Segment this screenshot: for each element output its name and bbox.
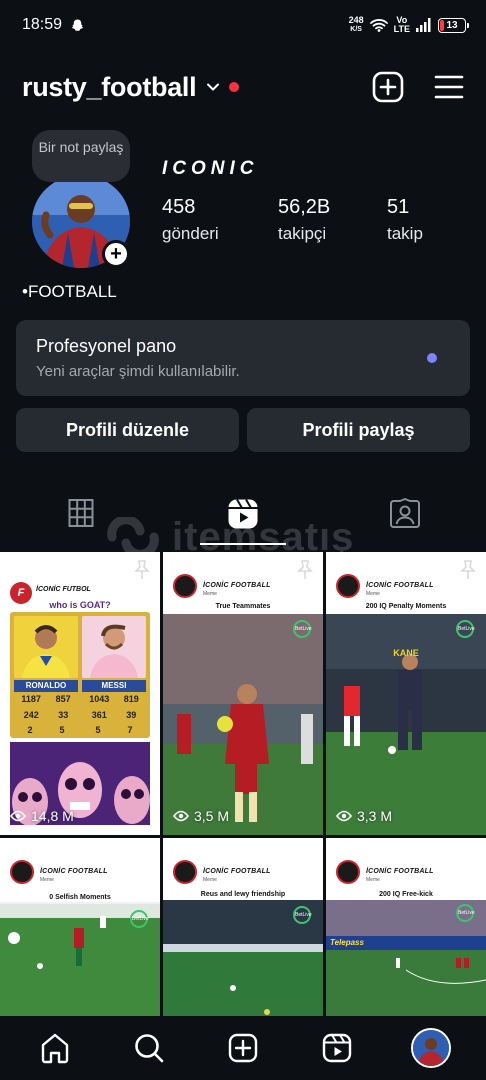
profile-header: rusty_football [22, 64, 464, 110]
profile-avatar-small [411, 1028, 451, 1068]
username-switcher[interactable]: rusty_football [22, 72, 197, 103]
profile-tabs [0, 492, 486, 548]
active-tab-indicator [200, 543, 286, 545]
tab-reels[interactable] [162, 492, 324, 548]
edit-profile-button[interactable]: Profili düzenle [16, 408, 239, 452]
notification-dot [229, 82, 240, 92]
betlive-badge: BetLive [293, 620, 312, 638]
search-icon [135, 1034, 164, 1063]
nav-create[interactable] [221, 1026, 265, 1070]
reel-views: 3,5 M [173, 808, 229, 824]
volte-indicator: Vo LTE [393, 15, 410, 34]
views-eye-icon [336, 810, 352, 822]
status-time: 18:59 [22, 16, 63, 33]
nav-home[interactable] [33, 1026, 77, 1070]
reel-caption: 200 IQ Free-kick [379, 891, 433, 898]
chevron-down-icon[interactable] [206, 80, 220, 94]
note-bubble[interactable]: Bir not paylaş [32, 130, 130, 182]
stat-posts[interactable]: 458 gönderi [162, 196, 219, 244]
reel-item[interactable]: İCONİC FOOTBALL Meme Reus and lewy frien… [163, 838, 323, 1016]
reel-item[interactable]: İCONİC FOOTBALL Meme True Teammates BetL… [163, 552, 323, 835]
network-speed: 248 K/S [348, 15, 364, 34]
ad-board: Telepass [330, 938, 364, 947]
menu-icon[interactable] [434, 74, 464, 100]
battery-indicator: 13 [438, 17, 469, 33]
ronaldo-photo [14, 616, 78, 678]
reel-caption: True Teammates [215, 603, 271, 610]
profile-display-name: ICONIC [162, 158, 259, 179]
betlive-badge: BetLive [130, 910, 149, 928]
reel-item[interactable]: F İCONİC FUTBOL who is GOAT? RONALDO MES… [0, 552, 160, 835]
reel-caption: 200 IQ Penalty Moments [365, 603, 447, 610]
pinned-icon [297, 560, 313, 579]
dashboard-subtitle: Yeni araçlar şimdi kullanılabilir. [36, 363, 240, 380]
wifi-icon [369, 19, 388, 32]
reels-grid: F İCONİC FUTBOL who is GOAT? RONALDO MES… [0, 552, 486, 1016]
reel-caption: who is GOAT? [49, 600, 111, 610]
views-eye-icon [173, 810, 189, 822]
home-icon [41, 1033, 69, 1064]
brand-logo [10, 860, 34, 884]
dashboard-new-dot [427, 353, 437, 363]
tab-tagged[interactable] [324, 492, 486, 548]
reel-item[interactable]: İCONİC FOOTBALL Meme 200 IQ Penalty Mome… [326, 552, 486, 835]
reels-icon [228, 498, 258, 529]
tagged-person-icon [390, 498, 420, 528]
pinned-icon [460, 560, 476, 579]
stat-followers[interactable]: 56,2B takipçi [278, 196, 330, 244]
reel-item[interactable]: İCONİC FOOTBALL Meme 200 IQ Free-kick Te… [326, 838, 486, 1016]
reel-item[interactable]: İCONİC FOOTBALL Meme 0 Selfish Moments B… [0, 838, 160, 1016]
professional-dashboard[interactable]: Profesyonel pano Yeni araçlar şimdi kull… [16, 320, 470, 396]
betlive-badge: BetLive [456, 904, 475, 922]
comparison-card: RONALDO MESSI 1187 857 1043 819 242 33 361 3… [10, 612, 150, 738]
dashboard-title: Profesyonel pano [36, 336, 177, 356]
reel-caption: Reus and lewy friendship [200, 891, 286, 898]
reel-views: 14,8 M [10, 808, 74, 824]
player-label: KANE [393, 648, 419, 658]
tab-posts-grid[interactable] [0, 492, 162, 548]
views-eye-icon [10, 810, 26, 822]
brand-logo [173, 860, 197, 884]
brand-logo [336, 860, 360, 884]
profile-bio: •FOOTBALL [22, 282, 117, 301]
share-profile-button[interactable]: Profili paylaş [247, 408, 470, 452]
create-plus-icon [228, 1033, 258, 1063]
grid-icon [68, 499, 94, 527]
signal-icon [416, 18, 431, 32]
brand-logo [173, 574, 197, 598]
brand-logo [336, 574, 360, 598]
betlive-badge: BetLive [456, 620, 475, 638]
snapchat-icon [71, 19, 84, 31]
reel-views: 3,3 M [336, 808, 392, 824]
reel-brand: İCONİC FUTBOL [36, 586, 91, 593]
create-plus-icon[interactable] [372, 71, 404, 103]
nav-search[interactable] [127, 1026, 171, 1070]
add-story-plus-icon[interactable]: + [102, 240, 130, 268]
reels-icon [322, 1033, 352, 1063]
status-bar: 18:59 248 K/S Vo LTE 13 [0, 0, 486, 50]
stat-following[interactable]: 51 takip [387, 196, 423, 244]
bottom-navigation [0, 1016, 486, 1080]
nav-profile[interactable] [409, 1026, 453, 1070]
pinned-icon [134, 560, 150, 579]
reel-caption: 0 Selfish Moments [49, 894, 111, 901]
reel-thumbnail [163, 614, 323, 835]
nav-reels[interactable] [315, 1026, 359, 1070]
betlive-badge: BetLive [293, 906, 312, 924]
messi-photo [82, 616, 146, 678]
